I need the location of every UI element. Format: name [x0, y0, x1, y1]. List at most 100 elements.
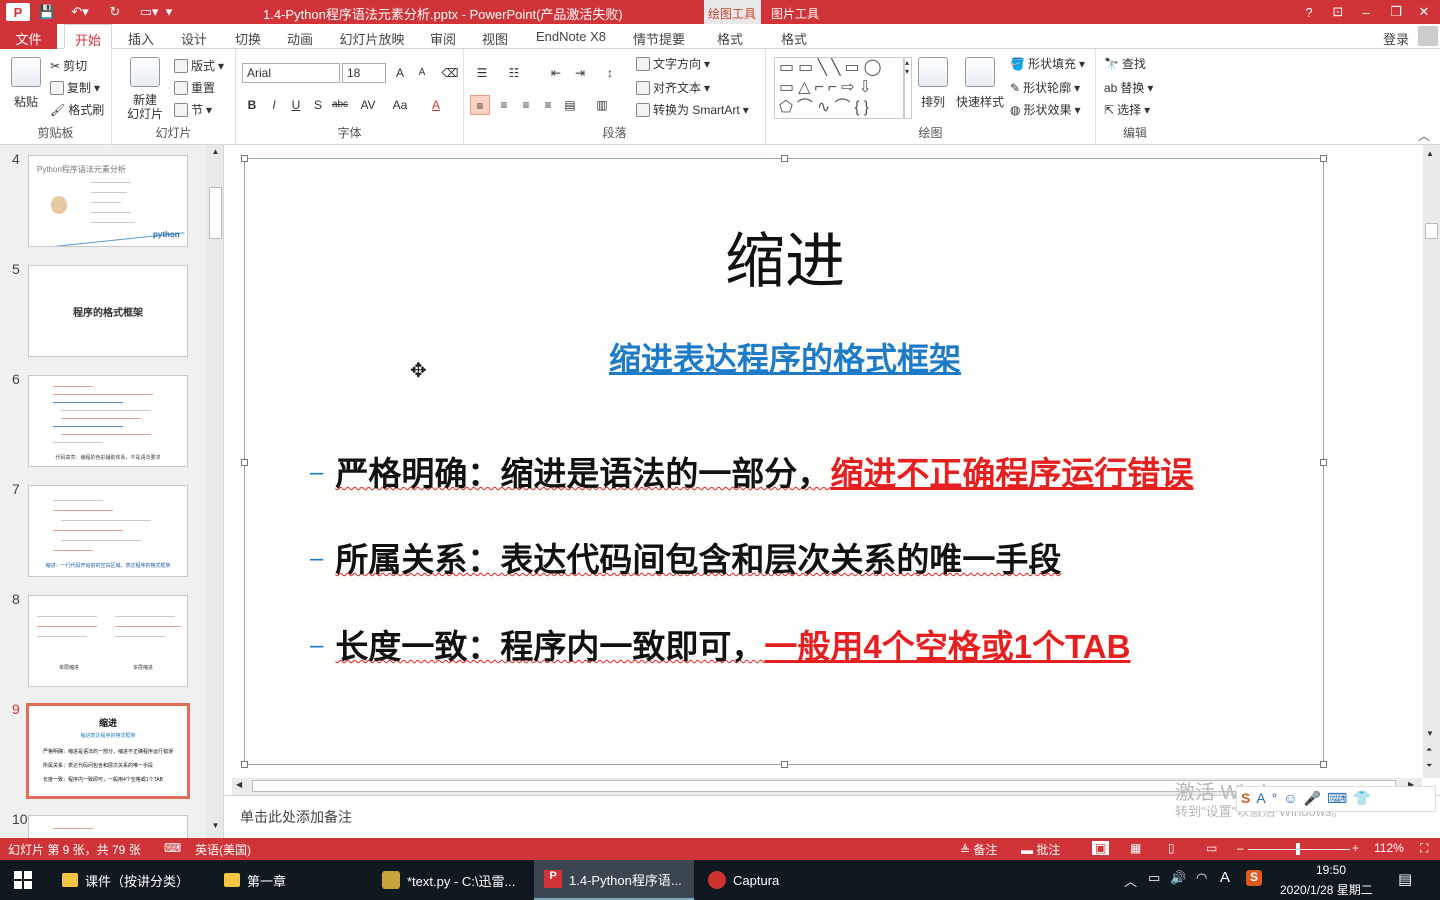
scroll-left-icon[interactable]: ◀ [236, 780, 242, 789]
line-spacing-icon[interactable]: ↕ [600, 63, 620, 83]
copy-button[interactable]: 复制 ▾ [50, 79, 100, 96]
tab-format-picture[interactable]: 格式 [770, 24, 818, 49]
tab-slideshow[interactable]: 幻灯片放映 [334, 24, 410, 49]
undo-icon[interactable]: ↶▾ [66, 3, 94, 21]
tab-storyboard[interactable]: 情节提要 [628, 24, 690, 49]
shadow-button[interactable]: S [308, 95, 328, 115]
slide-sorter-icon[interactable]: ▦ [1130, 841, 1141, 855]
restore-button[interactable]: ❐ [1386, 3, 1406, 21]
distributed-icon[interactable]: ▤ [560, 95, 580, 115]
find-button[interactable]: 🔭 查找 [1104, 55, 1146, 72]
tab-animations[interactable]: 动画 [280, 24, 320, 49]
tab-file[interactable]: 文件 [0, 24, 57, 49]
tab-insert[interactable]: 插入 [122, 24, 160, 49]
resize-handle[interactable] [1320, 155, 1327, 162]
taskbar-item[interactable]: 课件（按讲分类） [52, 860, 214, 900]
section-button[interactable]: 节 ▾ [174, 101, 212, 118]
font-size-select[interactable]: 18 [342, 63, 386, 83]
thumbnails-scroll-thumb[interactable] [209, 187, 222, 239]
italic-button[interactable]: I [264, 95, 284, 115]
ime-indicator[interactable]: A [1220, 869, 1230, 886]
customize-toolbar-icon[interactable]: ▾ [162, 3, 176, 21]
redo-icon[interactable]: ↻ [106, 3, 124, 21]
signin-link[interactable]: 登录 [1378, 24, 1414, 49]
smartart-button[interactable]: 转换为 SmartArt ▾ [636, 101, 749, 118]
notification-icon[interactable]: ▤ [1398, 870, 1412, 888]
close-button[interactable]: ✕ [1414, 3, 1434, 21]
start-slideshow-icon[interactable]: ▭▾ [136, 3, 162, 21]
shapes-gallery-scroll[interactable]: ▴ ▾ [904, 57, 912, 119]
zoom-level[interactable]: 112% [1374, 841, 1404, 855]
select-button[interactable]: ⇱ 选择 ▾ [1104, 101, 1150, 118]
tab-view[interactable]: 视图 [476, 24, 514, 49]
taskbar-item[interactable]: P 1.4-Python程序语... [534, 860, 694, 900]
context-tab-picture-tools[interactable]: 图片工具 [766, 0, 824, 24]
bullet-item[interactable]: – 所属关系：表达代码间包含和层次关系的唯一手段 [310, 533, 1061, 581]
tab-home[interactable]: 开始 [64, 24, 112, 49]
slide-thumbnail-10[interactable] [28, 815, 188, 838]
quick-styles-button[interactable]: 快速样式 [956, 57, 1004, 110]
align-text-button[interactable]: 对齐文本 ▾ [636, 79, 710, 96]
tab-endnote[interactable]: EndNote X8 [528, 24, 614, 49]
collapse-ribbon-icon[interactable]: ︿ [1418, 127, 1430, 144]
shape-effects-button[interactable]: ◍ 形状效果 ▾ [1010, 101, 1081, 118]
new-slide-button[interactable]: 新建 幻灯片 [120, 57, 170, 121]
scroll-up-icon[interactable]: ▲ [1426, 149, 1434, 158]
zoom-out-icon[interactable]: – [1237, 841, 1244, 855]
minimize-button[interactable]: – [1356, 3, 1376, 21]
resize-handle[interactable] [1320, 761, 1327, 768]
reading-view-icon[interactable]: ▯ [1168, 841, 1175, 855]
bullet-item[interactable]: – 长度一致：程序内一致即可，一般用4个空格或1个TAB [310, 620, 1130, 668]
paste-button[interactable]: 粘贴 [8, 57, 44, 110]
tab-design[interactable]: 设计 [174, 24, 214, 49]
ribbon-display-options-icon[interactable]: ⊡ [1328, 3, 1348, 21]
notes-placeholder[interactable]: 单击此处添加备注 [240, 807, 352, 827]
previous-slide-icon[interactable]: ⏶ [1426, 745, 1432, 755]
layout-button[interactable]: 版式 ▾ [174, 57, 224, 74]
tab-format-drawing[interactable]: 格式 [706, 24, 754, 49]
numbering-icon[interactable]: ☷ [504, 63, 524, 83]
spelling-icon[interactable]: ⌨ [164, 841, 181, 855]
comments-toggle[interactable]: ▬ 批注 [1021, 841, 1060, 858]
shape-fill-button[interactable]: 🪣 形状填充 ▾ [1010, 55, 1085, 72]
taskbar-item[interactable]: Captura [698, 860, 818, 900]
change-case-button[interactable]: Aa [386, 95, 414, 115]
align-left-icon[interactable]: ≡ [470, 95, 490, 115]
justify-icon[interactable]: ≡ [538, 95, 558, 115]
save-icon[interactable]: 💾 [38, 3, 56, 21]
notes-toggle[interactable]: ≜ 备注 [960, 841, 997, 858]
decrease-indent-icon[interactable]: ⇤ [546, 63, 566, 83]
slide-subtitle[interactable]: 缩进表达程序的格式框架 [245, 334, 1325, 380]
shapes-gallery[interactable]: ▭▭╲╲▭◯ ▭△⌐⌐⇨⇩ ⬠⌒∿⌒{} [774, 57, 904, 119]
help-button[interactable]: ? [1300, 3, 1318, 21]
slide-thumbnail-8[interactable]: 单层缩进 多层缩进 [28, 595, 188, 687]
resize-handle[interactable] [781, 155, 788, 162]
scroll-up-icon[interactable]: ▲ [209, 147, 222, 160]
sogou-icon[interactable]: S [1246, 870, 1262, 886]
align-right-icon[interactable]: ≡ [516, 95, 536, 115]
font-color-button[interactable]: A [426, 95, 446, 115]
resize-handle[interactable] [241, 459, 248, 466]
normal-view-icon[interactable]: ▣ [1092, 841, 1110, 855]
shrink-font-button[interactable]: A [412, 63, 432, 83]
resize-handle[interactable] [241, 761, 248, 768]
battery-icon[interactable]: ▭ [1148, 870, 1160, 886]
tab-review[interactable]: 审阅 [424, 24, 462, 49]
tab-transitions[interactable]: 切换 [228, 24, 268, 49]
bullet-item[interactable]: – 严格明确：缩进是语法的一部分，缩进不正确程序运行错误 [310, 447, 1193, 495]
clear-format-icon[interactable]: ⌫ [440, 63, 460, 83]
slideshow-view-icon[interactable]: ▭ [1206, 841, 1217, 855]
zoom-slider-thumb[interactable] [1296, 843, 1300, 855]
scroll-down-icon[interactable]: ▼ [1426, 729, 1434, 738]
windows-start-icon[interactable] [14, 871, 32, 889]
slide-thumbnail-9[interactable]: 缩进 缩进表达程序的格式框架 严格明确：缩进是语法的一部分，缩进不正确程序运行错… [26, 703, 190, 799]
avatar[interactable] [1418, 26, 1438, 46]
thumbnails-scrollbar[interactable]: ▲ ▼ [207, 145, 223, 838]
increase-indent-icon[interactable]: ⇥ [570, 63, 590, 83]
editor-vertical-scrollbar[interactable]: ▲ ▼ ⏶ ⏷ [1423, 145, 1440, 778]
slide-canvas[interactable]: 缩进 缩进表达程序的格式框架 – 严格明确：缩进是语法的一部分，缩进不正确程序运行… [241, 155, 1327, 768]
arrange-button[interactable]: 排列 [918, 57, 948, 110]
font-name-select[interactable]: Arial [242, 63, 340, 83]
slide-thumbnail-6[interactable]: 代码高亮：编程的色彩辅助体系，不是语法要求 [28, 375, 188, 467]
cut-button[interactable]: ✂ 剪切 [50, 57, 87, 74]
